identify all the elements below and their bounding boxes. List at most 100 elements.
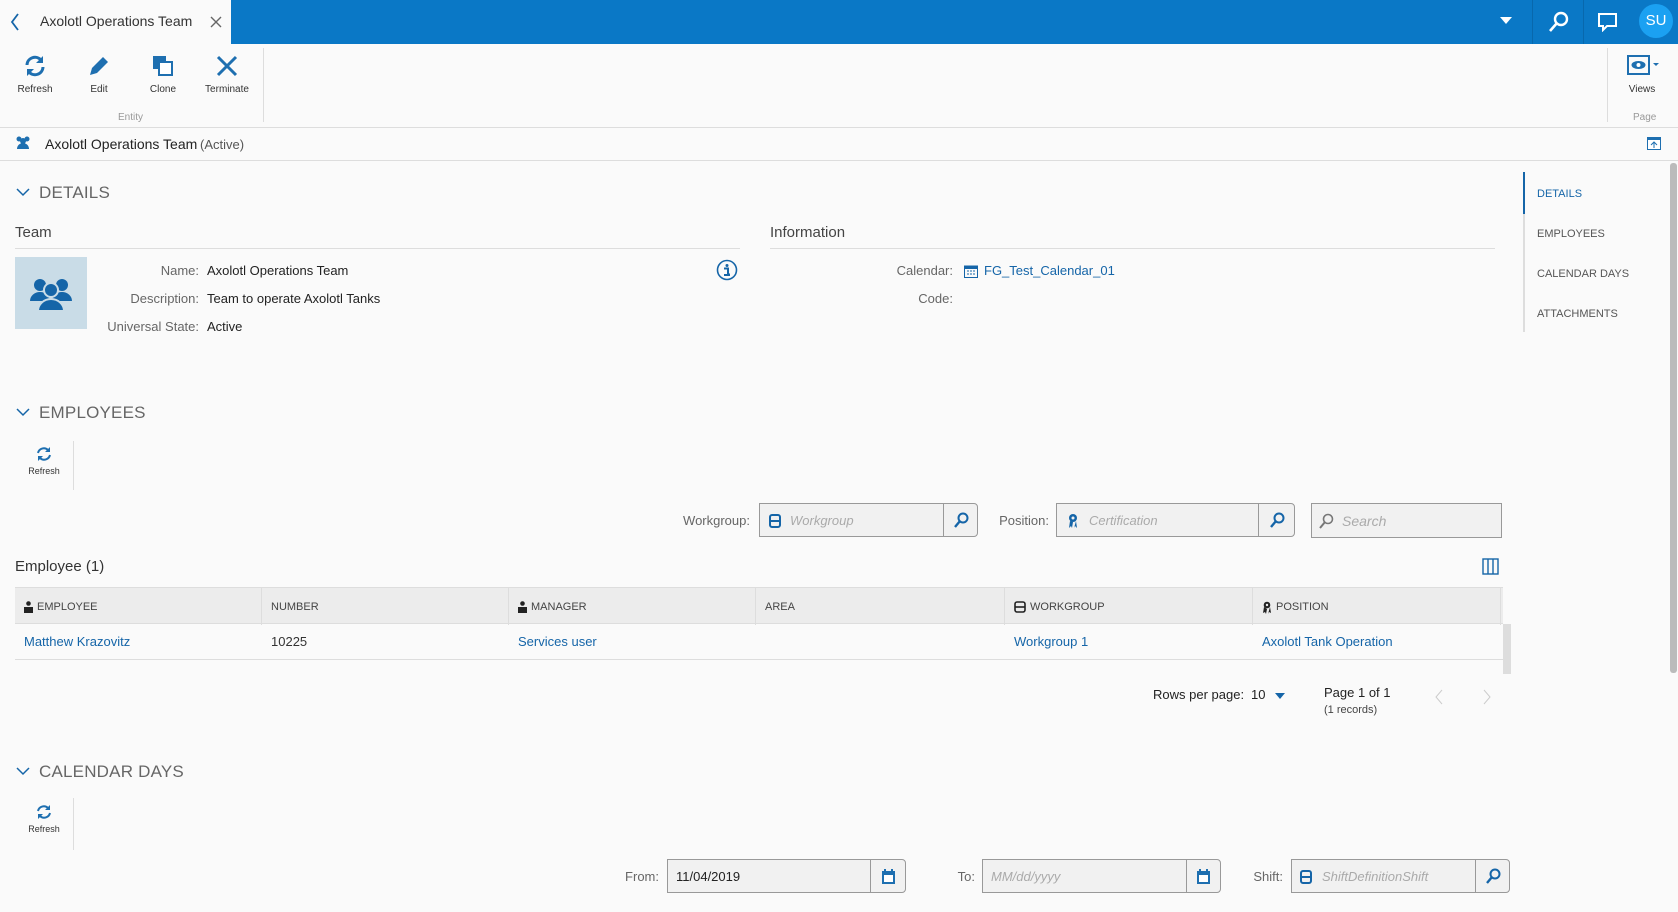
dropdown-icon[interactable] — [1500, 17, 1512, 25]
workgroup-label: Workgroup: — [683, 513, 750, 528]
workgroup-icon — [769, 514, 781, 528]
records-count: (1 records) — [1324, 704, 1378, 716]
position-lookup-button[interactable] — [1258, 504, 1294, 536]
ribbon-toolbar: Refresh Edit Clone Terminate Entity View… — [0, 44, 1678, 128]
to-label: To: — [957, 869, 975, 884]
info-icon[interactable] — [716, 259, 738, 281]
team-icon — [16, 136, 30, 149]
collapse-header-icon[interactable] — [1647, 137, 1661, 150]
shift-label: Shift: — [1253, 869, 1283, 884]
number-cell: 10225 — [271, 634, 308, 649]
position-link[interactable]: Axolotl Tank Operation — [1253, 624, 1393, 649]
position-label: Position: — [999, 513, 1049, 528]
employee-search-input[interactable]: Search — [1311, 503, 1502, 538]
refresh-icon — [37, 805, 51, 819]
clone-icon — [153, 56, 173, 76]
workgroup-icon — [1014, 601, 1026, 613]
table-scrollbar[interactable] — [1503, 624, 1511, 674]
entity-title: Axolotl Operations Team — [45, 136, 198, 152]
column-header-manager[interactable]: MANAGER — [509, 588, 756, 625]
calendar-link[interactable]: FG_Test_Calendar_01 — [984, 263, 1115, 278]
search-icon — [1485, 868, 1500, 884]
table-header: EMPLOYEE NUMBER MANAGER AREA WORKGROUP P… — [15, 587, 1503, 625]
details-heading[interactable]: DETAILS — [39, 183, 110, 203]
nav-calendar-days[interactable]: CALENDAR DAYS — [1537, 268, 1629, 280]
refresh-button[interactable]: Refresh — [5, 54, 65, 95]
code-label: Code: — [918, 291, 953, 306]
entity-group-label: Entity — [118, 112, 144, 123]
area-cell — [756, 624, 765, 634]
chevron-down-icon[interactable] — [16, 408, 30, 417]
next-page-icon[interactable] — [1482, 689, 1492, 705]
search-icon — [1269, 512, 1284, 528]
chevron-down-icon[interactable] — [16, 188, 30, 197]
calendar-refresh-button[interactable]: Refresh — [14, 804, 74, 834]
chat-icon[interactable] — [1597, 12, 1619, 32]
from-date-input[interactable]: 11/04/2019 — [667, 859, 906, 893]
description-label: Description: — [130, 291, 199, 306]
person-icon — [24, 601, 33, 613]
column-header-number[interactable]: NUMBER — [262, 588, 509, 625]
dropdown-icon[interactable] — [1275, 693, 1285, 699]
clone-button[interactable]: Clone — [133, 54, 193, 95]
workgroup-input[interactable]: Workgroup — [759, 503, 978, 537]
chevron-down-icon[interactable] — [16, 767, 30, 776]
search-icon — [953, 512, 968, 528]
workgroup-icon — [1300, 870, 1312, 884]
edit-button[interactable]: Edit — [69, 54, 129, 95]
to-date-picker-button[interactable] — [1186, 860, 1220, 892]
column-header-employee[interactable]: EMPLOYEE — [15, 588, 262, 625]
workgroup-lookup-button[interactable] — [943, 504, 977, 536]
pencil-icon — [90, 57, 108, 75]
search-icon — [1319, 513, 1334, 529]
team-picture — [15, 257, 87, 329]
search-icon[interactable] — [1548, 11, 1570, 33]
column-header-area[interactable]: AREA — [756, 588, 1005, 625]
column-header-workgroup[interactable]: WORKGROUP — [1005, 588, 1253, 625]
refresh-icon — [25, 55, 45, 77]
employees-heading[interactable]: EMPLOYEES — [39, 403, 146, 423]
page-scrollbar[interactable] — [1670, 163, 1677, 673]
nav-employees[interactable]: EMPLOYEES — [1537, 228, 1605, 240]
page-group-label: Page — [1633, 112, 1657, 123]
column-header-position[interactable]: POSITION — [1253, 588, 1501, 625]
team-icon — [30, 279, 72, 312]
from-label: From: — [625, 869, 659, 884]
views-button[interactable]: Views — [1612, 54, 1672, 95]
employee-table-title: Employee (1) — [15, 558, 105, 575]
to-date-input[interactable]: MM/dd/yyyy — [982, 859, 1221, 893]
eye-icon — [1627, 55, 1659, 75]
calendar-icon — [1197, 868, 1210, 884]
rows-per-page-label: Rows per page: — [1153, 687, 1245, 702]
nav-attachments[interactable]: ATTACHMENTS — [1537, 308, 1618, 320]
certification-icon — [1069, 514, 1077, 528]
calendar-days-heading[interactable]: CALENDAR DAYS — [39, 762, 184, 782]
active-tab[interactable]: Axolotl Operations Team — [0, 0, 231, 44]
rows-per-page-select[interactable]: 10 — [1251, 687, 1265, 702]
nav-details[interactable]: DETAILS — [1537, 188, 1582, 200]
shift-input[interactable]: ShiftDefinitionShift — [1291, 859, 1510, 893]
workgroup-link[interactable]: Workgroup 1 — [1005, 624, 1088, 649]
employees-refresh-button[interactable]: Refresh — [14, 446, 74, 476]
refresh-icon — [37, 447, 51, 461]
employee-link[interactable]: Matthew Krazovitz — [15, 624, 130, 649]
from-date-picker-button[interactable] — [870, 860, 905, 892]
person-icon — [518, 601, 527, 613]
terminate-button[interactable]: Terminate — [197, 54, 257, 95]
previous-page-icon[interactable] — [1434, 689, 1444, 705]
information-heading: Information — [770, 224, 846, 241]
close-tab-icon[interactable] — [210, 16, 222, 28]
state-value: Active — [207, 319, 243, 334]
entity-state: (Active) — [200, 137, 245, 152]
state-label: Universal State: — [107, 319, 199, 334]
back-icon[interactable] — [10, 13, 20, 31]
table-row[interactable]: Matthew Krazovitz 10225 Services user Wo… — [15, 624, 1503, 660]
column-chooser-icon[interactable] — [1482, 558, 1499, 575]
calendar-icon — [881, 868, 895, 884]
team-heading: Team — [15, 224, 52, 241]
shift-lookup-button[interactable] — [1475, 860, 1509, 892]
manager-link[interactable]: Services user — [509, 624, 597, 649]
certification-icon — [1263, 601, 1271, 614]
user-avatar[interactable]: SU — [1639, 4, 1673, 38]
position-input[interactable]: Certification — [1056, 503, 1295, 537]
